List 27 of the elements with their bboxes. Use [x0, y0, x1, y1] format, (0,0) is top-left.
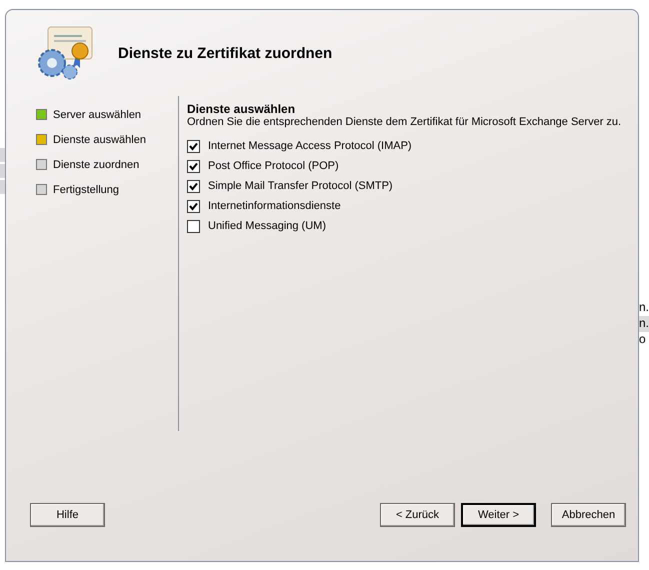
- wizard-button[interactable]: < Zurück: [380, 503, 455, 527]
- service-checkbox[interactable]: [187, 160, 200, 172]
- step-label: Dienste auswählen: [53, 134, 146, 146]
- background-window-row: [0, 180, 5, 194]
- service-checkbox[interactable]: [187, 200, 200, 212]
- service-label[interactable]: Post Office Protocol (POP): [208, 160, 339, 172]
- section-description: Ordnen Sie die entsprechenden Dienste dem Zertifikat für Microsoft Exchange Server zu.: [187, 116, 622, 128]
- window-title: Dienste zu Zertifikat zuordnen: [118, 44, 332, 62]
- help-button[interactable]: Hilfe: [30, 503, 105, 527]
- service-label[interactable]: Unified Messaging (UM): [208, 220, 326, 232]
- step-label: Dienste zuordnen: [53, 158, 140, 170]
- service-checkbox[interactable]: [187, 140, 200, 152]
- background-window-row: [0, 164, 5, 178]
- service-label[interactable]: Simple Mail Transfer Protocol (SMTP): [208, 180, 393, 192]
- service-label[interactable]: Internetinformationsdienste: [208, 200, 341, 212]
- section-title: Dienste auswählen: [187, 102, 296, 116]
- wizard-button[interactable]: Weiter >: [461, 503, 536, 527]
- service-checkbox[interactable]: [187, 180, 200, 192]
- service-label[interactable]: Internet Message Access Protocol (IMAP): [208, 140, 412, 152]
- wizard-button[interactable]: Abbrechen: [551, 503, 626, 527]
- background-window-text: n.: [639, 300, 649, 316]
- service-checkbox[interactable]: [187, 220, 200, 232]
- background-window-text: n.: [639, 316, 649, 332]
- background-window-row: [0, 148, 5, 162]
- background-window-text: o: [639, 332, 647, 348]
- step-label: Fertigstellung: [53, 184, 120, 196]
- step-label: Server auswählen: [53, 108, 142, 120]
